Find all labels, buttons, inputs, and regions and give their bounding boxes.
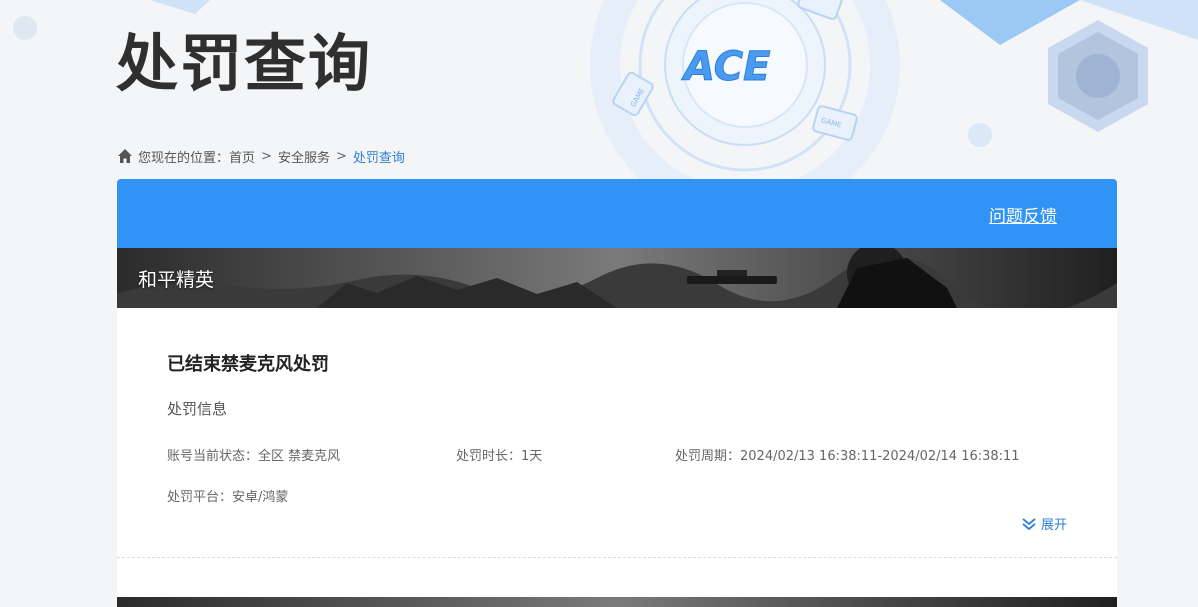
svg-text:GAME: GAME bbox=[629, 87, 646, 109]
breadcrumb: 您现在的位置： 首页 > 安全服务 > 处罚查询 bbox=[117, 146, 405, 166]
account-status: 账号当前状态：全区 禁麦克风 bbox=[167, 449, 341, 464]
record-title: 已结束禁麦克风处罚 bbox=[167, 354, 329, 375]
svg-text:GAME: GAME bbox=[820, 116, 842, 129]
punishment-period: 处罚周期：2024/02/13 16:38:11-2024/02/14 16:3… bbox=[675, 449, 1020, 464]
expand-button[interactable]: 展开 bbox=[1021, 514, 1067, 533]
next-game-banner bbox=[117, 597, 1117, 607]
breadcrumb-home-link[interactable]: 首页 bbox=[229, 147, 255, 166]
punishment-duration: 处罚时长：1天 bbox=[456, 449, 543, 464]
punishment-record: 已结束禁麦克风处罚 处罚信息 账号当前状态：全区 禁麦克风 处罚时长：1天 处罚… bbox=[117, 308, 1117, 558]
expand-label: 展开 bbox=[1040, 518, 1067, 533]
breadcrumb-separator: > bbox=[335, 148, 347, 164]
punishment-platform: 处罚平台：安卓/鸿蒙 bbox=[167, 490, 289, 505]
punishment-panel: 问题反馈 和平精英 已结束禁麦克风处罚 处罚信息 账号当前状态：全区 禁麦克风 … bbox=[117, 179, 1117, 607]
game-name: 和平精英 bbox=[138, 269, 215, 291]
feedback-link[interactable]: 问题反馈 bbox=[989, 202, 1057, 227]
breadcrumb-prefix: 您现在的位置： bbox=[138, 150, 230, 166]
breadcrumb-current: 处罚查询 bbox=[352, 150, 405, 166]
banner-scene bbox=[117, 248, 1117, 308]
info-row: 账号当前状态：全区 禁麦克风 处罚时长：1天 处罚周期：2024/02/13 1… bbox=[167, 445, 1067, 464]
svg-text:ACE: ACE bbox=[681, 44, 770, 88]
record-divider bbox=[117, 557, 1117, 558]
breadcrumb-security-link[interactable]: 安全服务 bbox=[278, 147, 330, 166]
breadcrumb-separator: > bbox=[261, 148, 272, 164]
section-label: 处罚信息 bbox=[167, 400, 228, 418]
double-chevron-down-icon bbox=[1022, 517, 1036, 530]
game-banner: 和平精英 bbox=[117, 248, 1117, 308]
page-title: 处罚查询 bbox=[116, 27, 373, 100]
home-icon bbox=[118, 149, 132, 163]
ace-logo: ACE bbox=[681, 44, 771, 88]
panel-header: 问题反馈 bbox=[117, 179, 1117, 248]
